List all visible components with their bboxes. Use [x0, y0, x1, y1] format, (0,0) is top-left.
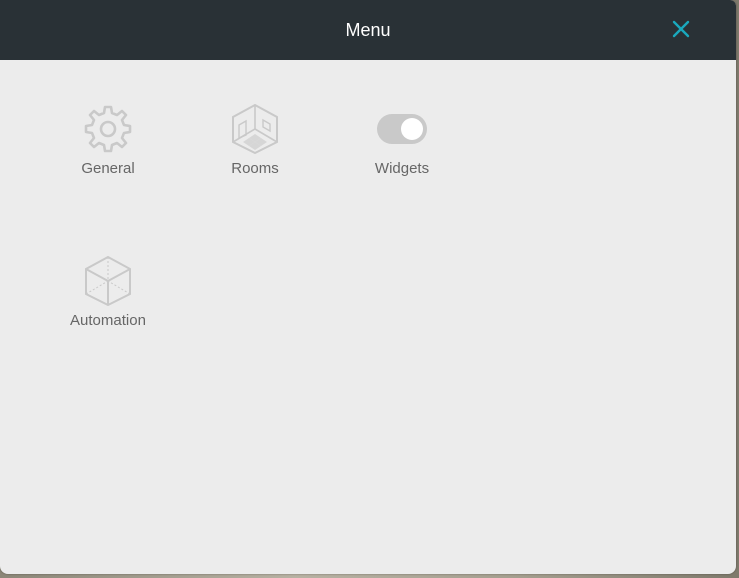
menu-item-automation[interactable]: Automation: [48, 256, 168, 352]
close-icon: [672, 20, 690, 38]
menu-header: Menu: [0, 0, 736, 60]
menu-item-widgets[interactable]: Widgets: [342, 104, 462, 200]
menu-item-label: Automation: [70, 312, 146, 329]
cube-icon: [85, 256, 131, 306]
room-cube-icon: [232, 104, 278, 154]
toggle-switch-icon: [377, 114, 427, 144]
gear-icon: [84, 105, 132, 153]
menu-item-label: Rooms: [231, 160, 279, 177]
menu-item-general[interactable]: General: [48, 104, 168, 200]
close-button[interactable]: [668, 16, 694, 42]
menu-title: Menu: [345, 20, 391, 40]
menu-item-label: General: [81, 160, 135, 177]
menu-modal: Menu General Rooms Widgets Automation: [0, 0, 736, 574]
menu-item-label: Widgets: [374, 160, 430, 177]
menu-item-rooms[interactable]: Rooms: [195, 104, 315, 200]
